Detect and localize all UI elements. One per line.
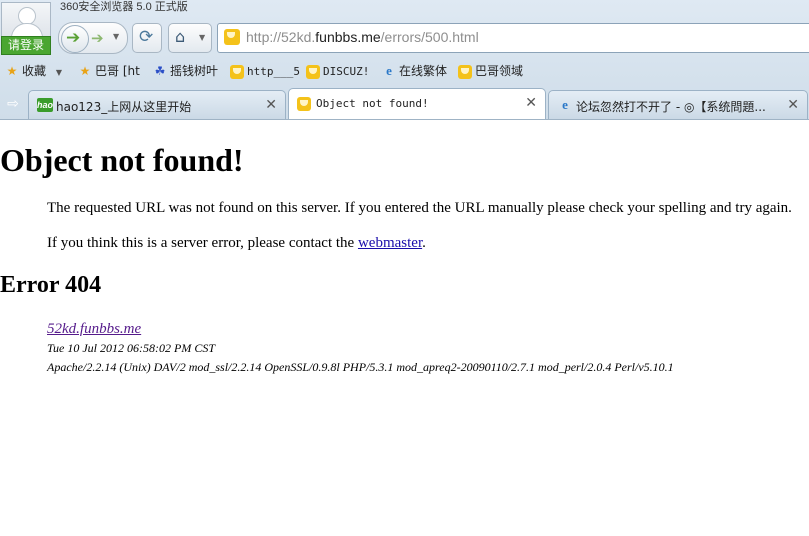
host-link[interactable]: 52kd.funbbs.me	[47, 320, 674, 339]
trophy-icon	[306, 64, 320, 79]
login-button[interactable]: 请登录	[1, 36, 51, 55]
close-icon[interactable]: ✕	[525, 95, 537, 111]
server-address-block: 52kd.funbbs.me Tue 10 Jul 2012 06:58:02 …	[47, 320, 674, 377]
contact-paragraph: If you think this is a server error, ple…	[47, 235, 426, 251]
error-code-heading: Error 404	[0, 272, 102, 298]
page-title: Object not found!	[0, 142, 244, 178]
sidebar-toggle-button[interactable]: ⇨	[0, 91, 26, 117]
trophy-icon	[458, 64, 472, 79]
browser-chrome: 请登录 360安全浏览器 5.0 正式版 ➔ ➔ ▼ ⟳ ⌂ ▼ http://…	[0, 0, 809, 120]
window-title: 360安全浏览器 5.0 正式版	[60, 1, 188, 13]
bookmark-item[interactable]: 巴哥领域	[457, 63, 523, 79]
site-trophy-icon	[224, 29, 240, 45]
nav-button-group: ➔ ➔ ▼	[58, 22, 128, 54]
history-dropdown-icon[interactable]: ▼	[113, 32, 119, 41]
refresh-icon: ⟳	[139, 27, 154, 47]
server-signature: Apache/2.2.14 (Unix) DAV/2 mod_ssl/2.2.1…	[47, 360, 674, 374]
tab-hao123[interactable]: hao hao123_上网从这里开始 ✕	[28, 90, 286, 119]
baidu-paw-icon: ☘	[154, 64, 166, 78]
forward-button[interactable]: ➔	[91, 29, 104, 47]
home-icon: ⌂	[175, 27, 186, 46]
tab-bar: ⇨ hao hao123_上网从这里开始 ✕ Object not found!…	[0, 88, 809, 119]
trophy-icon	[297, 96, 311, 111]
webmaster-link[interactable]: webmaster	[358, 235, 422, 251]
tab-forum[interactable]: e 论坛忽然打不开了 - ◎【系统問題... ✕	[548, 90, 808, 119]
page-content: Object not found! The requested URL was …	[0, 120, 809, 536]
address-bar[interactable]: http://52kd.funbbs.me/errors/500.html	[217, 23, 809, 53]
close-icon[interactable]: ✕	[787, 97, 799, 113]
close-icon[interactable]: ✕	[265, 97, 277, 113]
error-message: The requested URL was not found on this …	[47, 200, 792, 216]
star-icon: ★	[79, 64, 91, 78]
bookmark-item[interactable]: http___5	[229, 63, 300, 80]
home-dropdown-icon[interactable]: ▼	[199, 33, 205, 42]
bookmarks-bar: ★ 收藏 ▼ ★ 巴哥 [ht ☘ 摇钱树叶 http___5 DISCUZ! e 在线…	[0, 60, 809, 84]
star-icon: ★	[6, 64, 18, 78]
favorites-dropdown-icon[interactable]: ▼	[56, 68, 62, 77]
bookmark-favorites[interactable]: ★ 收藏 ▼	[4, 63, 62, 81]
hao123-icon: hao	[37, 98, 54, 112]
bookmark-item[interactable]: ☘ 摇钱树叶	[152, 63, 218, 79]
avatar-icon	[1, 2, 51, 38]
refresh-button[interactable]: ⟳	[132, 23, 162, 53]
ie-icon: e	[562, 97, 568, 112]
back-arrow-icon: ➔	[66, 28, 81, 48]
error-date: Tue 10 Jul 2012 06:58:02 PM CST	[47, 341, 215, 355]
trophy-icon	[230, 64, 244, 79]
user-avatar[interactable]: 请登录	[1, 2, 51, 55]
address-url[interactable]: http://52kd.funbbs.me/errors/500.html	[246, 29, 479, 45]
bookmark-item[interactable]: ★ 巴哥 [ht	[77, 63, 140, 79]
home-button[interactable]: ⌂ ▼	[168, 23, 212, 53]
bookmark-item[interactable]: DISCUZ!	[305, 63, 369, 80]
back-button[interactable]: ➔	[61, 25, 89, 53]
bookmark-item[interactable]: e 在线繁体	[381, 63, 447, 79]
ie-icon: e	[386, 63, 392, 78]
sidebar-arrow-icon: ⇨	[7, 96, 19, 112]
tab-object-not-found[interactable]: Object not found! ✕	[288, 88, 546, 119]
